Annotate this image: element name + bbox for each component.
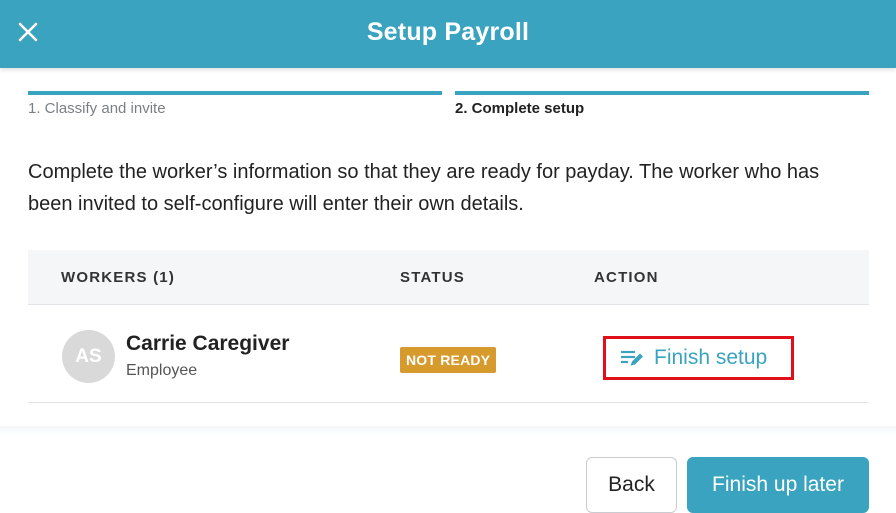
step-progress-bar-2 [455,91,869,95]
step-label-complete: 2. Complete setup [455,100,585,117]
column-header-workers: WORKERS (1) [61,269,176,286]
back-button[interactable]: Back [586,457,677,513]
edit-list-icon [621,350,643,366]
app-header: Setup Payroll [0,0,896,68]
worker-role: Employee [126,362,198,379]
finish-up-later-button[interactable]: Finish up later [687,457,869,513]
footer-divider [0,426,896,436]
column-header-action: ACTION [594,269,659,286]
status-badge: NOT READY [400,347,497,373]
table-header: WORKERS (1) STATUS ACTION [28,250,869,305]
step-progress-bar-1 [28,91,442,95]
avatar: AS [62,330,115,383]
intro-text: Complete the worker’s information so tha… [28,161,820,215]
step-label-classify[interactable]: 1. Classify and invite [28,100,166,117]
workers-table: WORKERS (1) STATUS ACTION AS Carrie Care… [28,250,869,403]
page-title: Setup Payroll [366,18,530,46]
worker-name: Carrie Caregiver [126,332,290,355]
column-header-status: STATUS [400,269,465,286]
finish-setup-label: Finish setup [654,346,768,369]
table-row: AS Carrie Caregiver Employee NOT READY F… [28,305,869,403]
finish-setup-button[interactable]: Finish setup [603,336,794,380]
